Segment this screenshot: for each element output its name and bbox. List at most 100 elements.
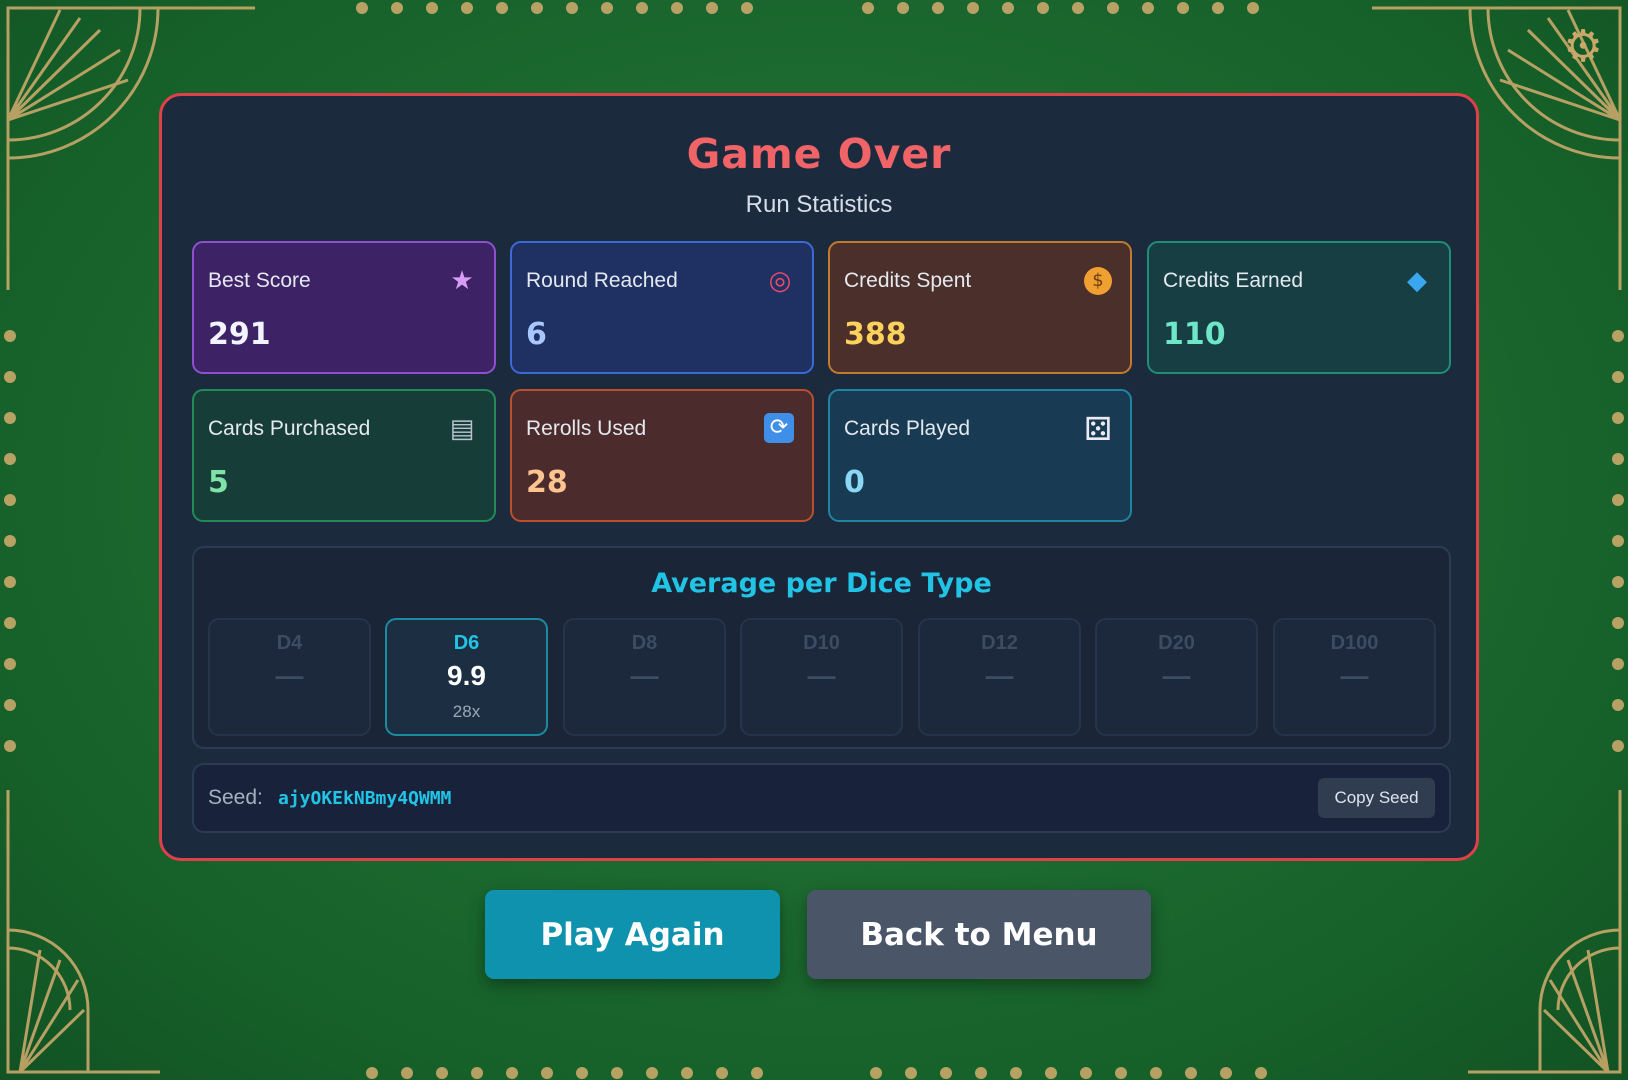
border-dot [1037,2,1049,14]
border-dot [1212,2,1224,14]
border-dot [576,1067,588,1079]
border-dot [426,2,438,14]
dice-type-d4: D4 — [208,618,371,736]
border-dot [4,453,16,465]
border-dot [1002,2,1014,14]
stat-value: 388 [844,317,907,352]
border-dot [496,2,508,14]
stat-value: 6 [526,317,547,352]
border-dot [1255,1067,1267,1079]
border-dot [1115,1067,1127,1079]
border-dot [646,1067,658,1079]
dice-icon: ⚄ [1084,410,1112,448]
target-icon: ◎ [768,266,792,296]
dice-type-d12: D12 — [918,618,1081,736]
border-dot [461,2,473,14]
reroll-icon: ⟳ [764,413,794,443]
border-dot [541,1067,553,1079]
stat-label: Credits Spent [844,269,972,292]
border-dot [601,2,613,14]
border-dot [1107,2,1119,14]
dice-section-title: Average per Dice Type [651,568,992,599]
border-dot [1612,576,1624,588]
money-bag-icon: $ [1084,267,1112,295]
border-dot [1150,1067,1162,1079]
border-dot [862,2,874,14]
dice-type-name: D8 [631,632,658,654]
back-to-menu-button[interactable]: Back to Menu [807,890,1151,979]
border-dot [1142,2,1154,14]
dice-type-average: — [630,660,659,691]
dice-type-average: — [807,660,836,691]
copy-seed-button[interactable]: Copy Seed [1318,778,1435,818]
border-dot [905,1067,917,1079]
border-dot [1612,699,1624,711]
border-dot [940,1067,952,1079]
game-over-panel: Game Over Run Statistics Best Score ★ 29… [159,93,1479,861]
stat-card-credits-earned: Credits Earned ◆ 110 [1147,241,1451,374]
border-dot [1612,658,1624,670]
border-dot [436,1067,448,1079]
border-dot [967,2,979,14]
border-dot [897,2,909,14]
stat-card-cards-purchased: Cards Purchased ▤ 5 [192,389,496,522]
dice-type-d6: D6 9.9 28x [385,618,548,736]
stat-card-cards-played: Cards Played ⚄ 0 [828,389,1132,522]
border-dot [401,1067,413,1079]
border-dot [870,1067,882,1079]
stat-card-round-reached: Round Reached ◎ 6 [510,241,814,374]
dice-type-name: D4 [276,632,303,654]
stat-value: 5 [208,465,229,500]
dice-type-name: D6 [453,632,480,654]
border-dot [4,699,16,711]
border-dot [681,1067,693,1079]
stat-value: 291 [208,317,271,352]
dice-type-d20: D20 — [1095,618,1258,736]
border-dot [4,535,16,547]
border-dot [1220,1067,1232,1079]
shopping-cart-icon: ▤ [449,414,475,444]
dice-average-section: Average per Dice Type D4 — D6 9.9 28x D8… [192,546,1451,749]
stat-card-best-score: Best Score ★ 291 [192,241,496,374]
border-dot [356,2,368,14]
play-again-button[interactable]: Play Again [485,890,780,979]
stat-label: Cards Played [844,417,971,440]
border-dot [636,2,648,14]
border-dot [1080,1067,1092,1079]
border-dot [566,2,578,14]
border-dot [706,2,718,14]
border-dot [671,2,683,14]
border-dot [4,371,16,383]
dice-type-d100: D100 — [1273,618,1436,736]
border-dot [975,1067,987,1079]
border-dot [1612,453,1624,465]
stat-label: Best Score [208,269,311,292]
dice-type-average: — [985,660,1014,691]
border-dot [1612,330,1624,342]
dice-type-count: 28x [452,702,481,721]
dice-type-name: D20 [1158,632,1195,654]
dice-type-average: — [1340,660,1369,691]
border-dot [506,1067,518,1079]
border-dot [751,1067,763,1079]
stat-value: 28 [526,465,568,500]
gem-icon: ◆ [1407,266,1427,296]
dice-type-name: D10 [803,632,840,654]
border-dot [1177,2,1189,14]
stat-label: Cards Purchased [208,417,371,440]
star-icon: ★ [450,266,474,296]
stat-value: 0 [844,465,865,500]
border-dot [1045,1067,1057,1079]
border-dot [4,494,16,506]
stat-label: Credits Earned [1163,269,1304,292]
seed-value[interactable]: ajyOKEkNBmy4QWMM [278,788,451,809]
border-dot [716,1067,728,1079]
dice-type-average: — [275,660,304,691]
border-dot [1010,1067,1022,1079]
border-dot [4,740,16,752]
dice-type-d10: D10 — [740,618,903,736]
stat-card-rerolls-used: Rerolls Used ⟳ 28 [510,389,814,522]
gear-icon[interactable]: ⚙ [1560,24,1606,70]
seed-bar: Seed: ajyOKEkNBmy4QWMM Copy Seed [192,763,1451,833]
border-dot [932,2,944,14]
